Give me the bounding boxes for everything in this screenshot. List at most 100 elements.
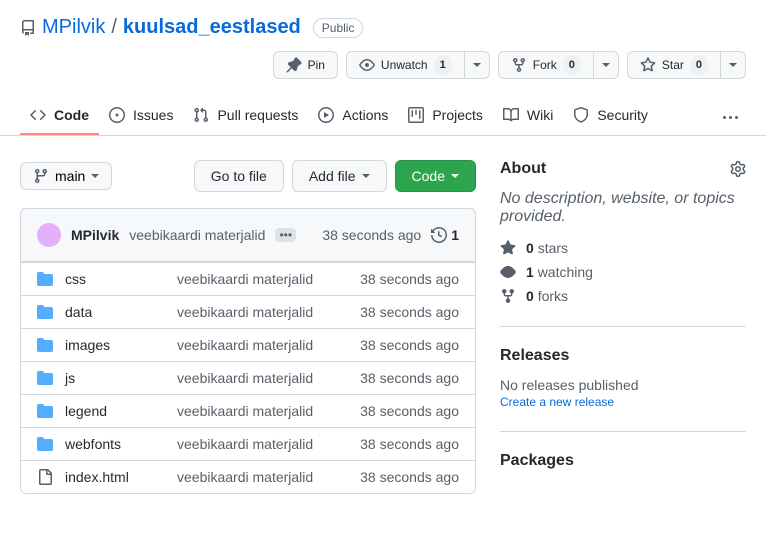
avatar[interactable] [37, 223, 61, 247]
file-time: 38 seconds ago [360, 469, 459, 485]
breadcrumb: MPilvik / kuulsad_eestlased Public [20, 16, 746, 39]
pin-icon [286, 57, 302, 73]
play-icon [318, 107, 334, 123]
projects-icon [408, 107, 424, 123]
about-description: No description, website, or topics provi… [500, 190, 746, 226]
owner-link[interactable]: MPilvik [42, 16, 105, 39]
file-name[interactable]: legend [65, 403, 165, 419]
stars-stat[interactable]: 0 stars [500, 240, 746, 256]
visibility-badge: Public [313, 18, 364, 38]
file-time: 38 seconds ago [360, 304, 459, 320]
folder-icon [37, 370, 53, 386]
file-commit-msg[interactable]: veebikaardi materjalid [177, 304, 348, 320]
divider [500, 431, 746, 432]
star-icon [500, 240, 516, 256]
forks-stat[interactable]: 0 forks [500, 288, 746, 304]
unwatch-label: Unwatch [381, 55, 428, 75]
table-row: data veebikaardi materjalid 38 seconds ago [21, 295, 475, 328]
goto-file-button[interactable]: Go to file [194, 160, 284, 192]
fork-button[interactable]: Fork 0 [498, 51, 594, 79]
unwatch-button[interactable]: Unwatch 1 [346, 51, 465, 79]
folder-icon [37, 436, 53, 452]
repo-link[interactable]: kuulsad_eestlased [123, 16, 301, 39]
book-icon [503, 107, 519, 123]
commit-message[interactable]: veebikaardi materjalid [129, 227, 265, 243]
unwatch-caret[interactable] [465, 51, 490, 79]
file-name[interactable]: css [65, 271, 165, 287]
create-release-link[interactable]: Create a new release [500, 395, 614, 409]
file-name[interactable]: data [65, 304, 165, 320]
table-row: legend veebikaardi materjalid 38 seconds a… [21, 394, 475, 427]
fork-caret[interactable] [594, 51, 619, 79]
file-commit-msg[interactable]: veebikaardi materjalid [177, 436, 348, 452]
packages-heading: Packages [500, 452, 746, 470]
fork-icon [500, 288, 516, 304]
file-icon [37, 469, 53, 485]
file-time: 38 seconds ago [360, 271, 459, 287]
commit-author[interactable]: MPilvik [71, 227, 119, 243]
tab-issues[interactable]: Issues [99, 99, 183, 135]
table-row: index.html veebikaardi materjalid 38 secon… [21, 460, 475, 493]
folder-icon [37, 337, 53, 353]
latest-commit: MPilvik veebikaardi materjalid ••• 38 se… [20, 208, 476, 262]
releases-empty: No releases published [500, 377, 746, 393]
fork-icon [511, 57, 527, 73]
code-button[interactable]: Code [395, 160, 476, 192]
branch-name: main [55, 168, 85, 184]
fork-label: Fork [533, 55, 557, 75]
about-heading: About [500, 160, 746, 178]
releases-heading: Releases [500, 347, 746, 365]
file-time: 38 seconds ago [360, 403, 459, 419]
file-time: 38 seconds ago [360, 436, 459, 452]
repo-tabs: Code Issues Pull requests Actions Projec… [0, 99, 766, 136]
repo-icon [20, 20, 36, 36]
more-tabs-button[interactable] [715, 108, 746, 127]
file-time: 38 seconds ago [360, 370, 459, 386]
star-button[interactable]: Star 0 [627, 51, 721, 79]
folder-icon [37, 403, 53, 419]
tab-actions[interactable]: Actions [308, 99, 398, 135]
branch-selector[interactable]: main [20, 162, 112, 190]
star-icon [640, 57, 656, 73]
commit-time: 38 seconds ago [322, 227, 421, 243]
eye-icon [500, 264, 516, 280]
star-count: 0 [690, 55, 708, 75]
tab-wiki[interactable]: Wiki [493, 99, 563, 135]
history-icon [431, 227, 447, 243]
file-commit-msg[interactable]: veebikaardi materjalid [177, 403, 348, 419]
eye-icon [359, 57, 375, 73]
tab-pulls[interactable]: Pull requests [183, 99, 308, 135]
file-commit-msg[interactable]: veebikaardi materjalid [177, 370, 348, 386]
file-name[interactable]: index.html [65, 469, 165, 485]
star-caret[interactable] [721, 51, 746, 79]
file-commit-msg[interactable]: veebikaardi materjalid [177, 337, 348, 353]
shield-icon [573, 107, 589, 123]
watching-stat[interactable]: 1 watching [500, 264, 746, 280]
table-row: webfonts veebikaardi materjalid 38 seconds… [21, 427, 475, 460]
file-name[interactable]: images [65, 337, 165, 353]
pin-button[interactable]: Pin [273, 51, 338, 79]
gear-icon[interactable] [730, 161, 746, 177]
history-link[interactable]: 1 [431, 227, 459, 243]
path-separator: / [111, 16, 117, 39]
file-time: 38 seconds ago [360, 337, 459, 353]
pull-request-icon [193, 107, 209, 123]
tab-security[interactable]: Security [563, 99, 658, 135]
fork-count: 0 [563, 55, 581, 75]
folder-icon [37, 304, 53, 320]
tab-code[interactable]: Code [20, 99, 99, 135]
file-list: cssveebikaardi materjalid38 seconds agod… [20, 262, 476, 494]
file-name[interactable]: js [65, 370, 165, 386]
file-name[interactable]: webfonts [65, 436, 165, 452]
pin-label: Pin [308, 55, 325, 75]
folder-icon [37, 271, 53, 287]
commit-ellipsis-button[interactable]: ••• [275, 228, 296, 242]
tab-projects[interactable]: Projects [398, 99, 493, 135]
unwatch-count: 1 [434, 55, 452, 75]
file-commit-msg[interactable]: veebikaardi materjalid [177, 271, 348, 287]
table-row: css veebikaardi materjalid 38 seconds ago [21, 262, 475, 295]
file-commit-msg[interactable]: veebikaardi materjalid [177, 469, 348, 485]
table-row: js veebikaardi materjalid 38 seconds ago [21, 361, 475, 394]
star-label: Star [662, 55, 684, 75]
add-file-button[interactable]: Add file [292, 160, 387, 192]
